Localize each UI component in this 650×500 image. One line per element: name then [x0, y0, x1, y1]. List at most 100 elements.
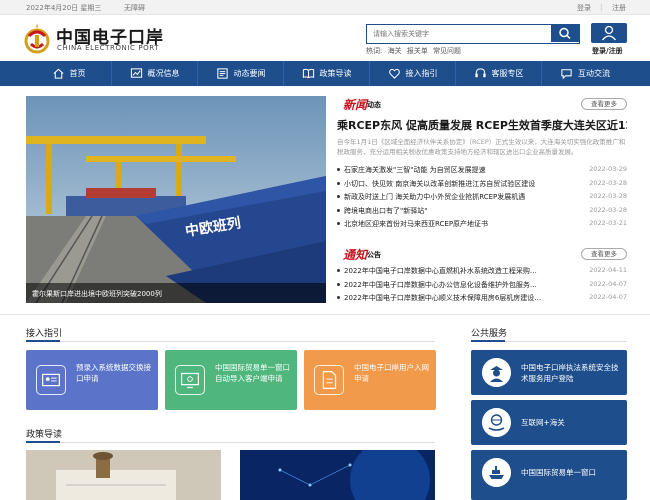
- nav-item-access[interactable]: 接入指引: [370, 61, 456, 86]
- policy-title-line: [26, 441, 435, 443]
- news-summary: 自今年1月1日《区域全面经济伙伴关系协定》（RCEP）正式生效以来，大连海关切实…: [337, 138, 626, 156]
- title-accent: [26, 441, 60, 443]
- news-item-title: 新政及时送上门 海关助力中小外贸企业抢抓RCEP发展机遇: [344, 193, 526, 202]
- public-section-title: 公共服务: [471, 329, 508, 339]
- card-label: 中国国际贸易单一窗口自动导入客户端申请: [215, 363, 290, 383]
- hero-image[interactable]: 中欧班列 霍尔果斯口岸进出境中欧班列突破2000列: [26, 96, 326, 303]
- notice-item-date: 2022-04-07: [589, 279, 627, 288]
- user-button[interactable]: [591, 23, 627, 43]
- public-title-line: [471, 340, 627, 342]
- list-item[interactable]: 2022年中国电子口岸数据中心直燃机补水系统改造工程采购… 2022-04-11: [337, 264, 627, 278]
- top-register-link[interactable]: 注册: [612, 3, 626, 13]
- list-item[interactable]: 石家庄海关激发"三智"动能 为自贸区发展提速 2022-03-29: [337, 163, 627, 177]
- nav-label: 首页: [69, 69, 86, 78]
- notice-item-date: 2022-04-07: [589, 293, 627, 302]
- hot-word[interactable]: 常见问题: [433, 47, 461, 55]
- accessibility-link[interactable]: 无障碍: [124, 3, 145, 13]
- news-title-sub: 动态: [367, 101, 381, 109]
- list-item[interactable]: 北京地区迎来首份对马来西亚RCEP原产地证书 2022-03-21: [337, 217, 627, 231]
- headset-icon: [474, 68, 486, 78]
- news-item-title: 石家庄海关激发"三智"动能 为自贸区发展提速: [344, 166, 486, 174]
- news-headline[interactable]: 乘RCEP东风 促高质量发展 RCEP生效首季度大连关区近12亿元…: [337, 117, 627, 133]
- access-card-user[interactable]: 中国电子口岸用户入网申请: [304, 350, 436, 410]
- chart-icon: [130, 68, 142, 78]
- notice-section-title: 通知 公告: [343, 246, 403, 262]
- nav-item-interact[interactable]: 互动交流: [542, 61, 628, 86]
- list-item[interactable]: 跨境电商出口有了"新驿站" 2022-03-28: [337, 204, 627, 218]
- policy-image-2[interactable]: [240, 450, 435, 500]
- bullet: [337, 208, 340, 212]
- nav-item-overview[interactable]: 概况信息: [112, 61, 198, 86]
- bullet: [337, 168, 340, 171]
- notice-title-sub: 公告: [367, 251, 381, 259]
- emblem-icon: [24, 24, 50, 54]
- main-nav: 首页 概况信息 动态要闻 政策导读 接入指引 客服专区 互动交流: [0, 61, 650, 86]
- search-input[interactable]: [367, 25, 551, 42]
- card-label: 预录入系统数据交换接口申请: [76, 363, 151, 383]
- ship-icon: [482, 458, 511, 487]
- id-card-icon: [36, 365, 66, 395]
- policy-section-title: 政策导读: [26, 430, 63, 440]
- nav-item-policy[interactable]: 政策导读: [284, 61, 370, 86]
- news-item-title: 北京地区迎来首份对马来西亚RCEP原产地证书: [344, 220, 489, 229]
- news-item-title: 小切口、快见效 南京海关以改革创新推进江苏自贸试验区建设: [344, 179, 536, 188]
- notice-more-button[interactable]: 查看更多: [581, 248, 627, 260]
- nav-label: 互动交流: [578, 69, 610, 78]
- public-item-law-enforcement[interactable]: 中国电子口岸执法系统安全技术服务用户登陆: [471, 350, 627, 395]
- officer-icon: [482, 358, 511, 387]
- stamp-photo: [26, 450, 221, 500]
- user-register-link[interactable]: 注册: [609, 47, 623, 55]
- access-card-interface[interactable]: 预录入系统数据交换接口申请: [26, 350, 158, 410]
- bullet: [337, 195, 340, 199]
- globe-hand-icon: [482, 408, 511, 437]
- public-item-internet-customs[interactable]: 互联网+海关: [471, 400, 627, 445]
- notice-list: 2022年中国电子口岸数据中心直燃机补水系统改造工程采购… 2022-04-11 …: [337, 264, 627, 305]
- nav-label: 动态要闻: [233, 69, 266, 78]
- nav-label: 接入指引: [405, 69, 438, 78]
- hot-word[interactable]: 报关单: [407, 47, 428, 55]
- search-button[interactable]: [551, 25, 579, 42]
- title-accent: [26, 340, 60, 342]
- access-card-client[interactable]: 中国国际贸易单一窗口自动导入客户端申请: [165, 350, 297, 410]
- title-accent: [471, 340, 505, 342]
- public-item-label: 中国电子口岸执法系统安全技术服务用户登陆: [521, 363, 619, 383]
- nav-label: 概况信息: [147, 69, 180, 78]
- policy-image-1[interactable]: [26, 450, 221, 500]
- public-item-single-window[interactable]: 中国国际贸易单一窗口: [471, 450, 627, 500]
- nav-item-home[interactable]: 首页: [26, 61, 112, 86]
- news-item-date: 2022-03-21: [589, 219, 627, 228]
- news-list: 石家庄海关激发"三智"动能 为自贸区发展提速 2022-03-29 小切口、快见效…: [337, 163, 627, 231]
- news-item-date: 2022-03-28: [589, 178, 627, 187]
- monitor-icon: [175, 365, 205, 395]
- top-login-link[interactable]: 登录: [577, 3, 591, 13]
- list-item[interactable]: 新政及时送上门 海关助力中小外贸企业抢抓RCEP发展机遇 2022-03-28: [337, 190, 627, 204]
- news-more-button[interactable]: 查看更多: [581, 98, 627, 110]
- search-box: [366, 24, 580, 44]
- hot-word[interactable]: 海关: [388, 47, 402, 55]
- top-bar: 2022年4月20日 星期三 无障碍 登录 | 注册: [0, 0, 650, 15]
- current-date: 2022年4月20日 星期三: [26, 4, 102, 12]
- nav-label: 政策导读: [319, 69, 352, 78]
- user-icon: [601, 25, 617, 41]
- train-photo: 中欧班列: [26, 96, 326, 303]
- site-logo[interactable]: 中国电子口岸 CHINA ELECTRONIC PORT: [24, 22, 164, 58]
- user-links: 登录/注册: [592, 46, 623, 56]
- card-label: 中国电子口岸用户入网申请: [354, 363, 429, 383]
- bullet: [337, 282, 340, 286]
- bullet: [337, 181, 340, 185]
- nav-item-service[interactable]: 客服专区: [456, 61, 542, 86]
- list-item[interactable]: 2022年中国电子口岸数据中心顺义技术保障用房6层机房建设… 2022-04-07: [337, 291, 627, 305]
- top-separator: |: [600, 3, 603, 11]
- nav-item-news[interactable]: 动态要闻: [198, 61, 284, 86]
- list-item[interactable]: 小切口、快见效 南京海关以改革创新推进江苏自贸试验区建设 2022-03-28: [337, 177, 627, 191]
- news-item-date: 2022-03-28: [589, 192, 627, 201]
- book-icon: [302, 68, 314, 79]
- list-item[interactable]: 2022年中国电子口岸数据中心办公信息化设备维护外包服务… 2022-04-07: [337, 278, 627, 292]
- news-item-date: 2022-03-29: [589, 165, 627, 173]
- notice-item-title: 2022年中国电子口岸数据中心办公信息化设备维护外包服务…: [344, 280, 537, 289]
- hot-words: 热词: 海关 报关单 常见问题: [366, 46, 464, 56]
- news-item-date: 2022-03-28: [589, 205, 627, 214]
- user-login-link[interactable]: 登录: [592, 47, 606, 55]
- notice-title-main: 通知: [343, 248, 368, 262]
- heart-hand-icon: [388, 68, 400, 79]
